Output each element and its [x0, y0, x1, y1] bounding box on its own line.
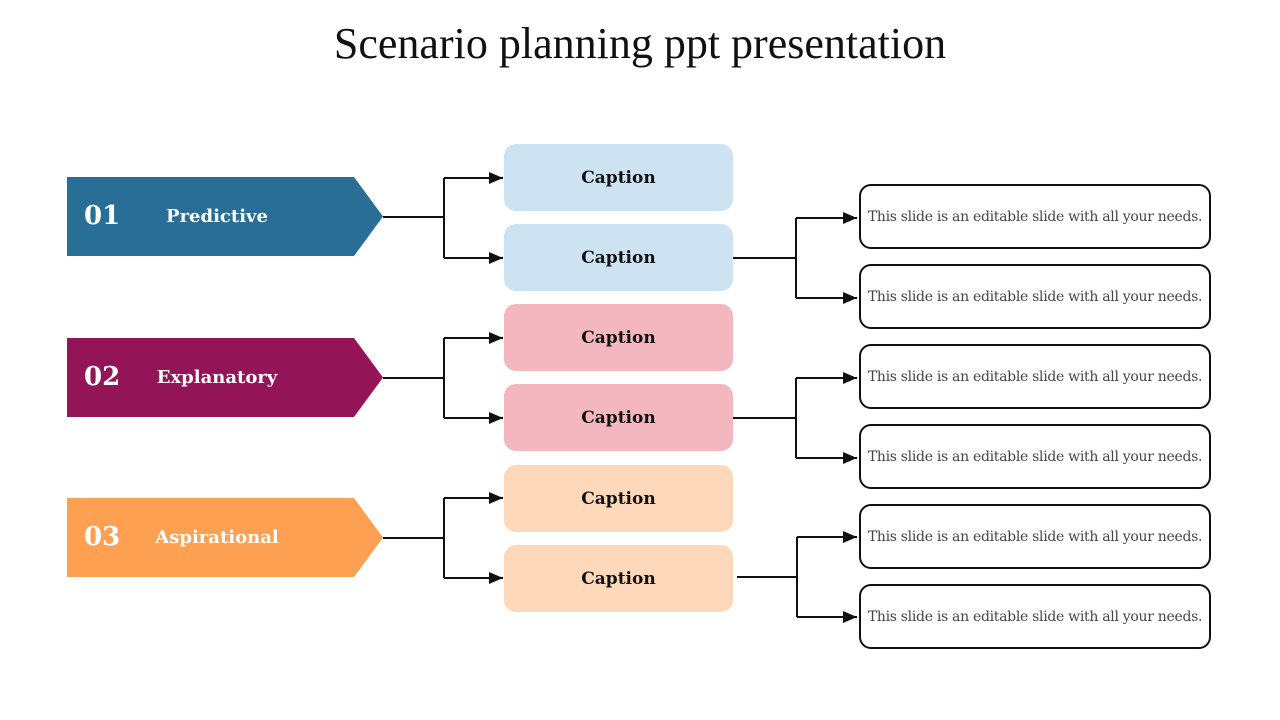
caption-box: Caption: [504, 465, 733, 532]
caption-box: Caption: [504, 224, 733, 291]
description-box: This slide is an editable slide with all…: [859, 264, 1211, 329]
connector-2: [383, 338, 445, 418]
scenario-arrow-predictive: 01 Predictive: [67, 177, 383, 256]
description-box: This slide is an editable slide with all…: [859, 344, 1211, 409]
connector-3: [383, 498, 445, 578]
scenario-label: Predictive: [166, 206, 268, 227]
scenario-arrow-aspirational: 03 Aspirational: [67, 498, 383, 577]
caption-box: Caption: [504, 545, 733, 612]
description-box: This slide is an editable slide with all…: [859, 584, 1211, 649]
scenario-number: 03: [84, 522, 121, 552]
description-box: This slide is an editable slide with all…: [859, 184, 1211, 249]
description-box: This slide is an editable slide with all…: [859, 504, 1211, 569]
caption-box: Caption: [504, 304, 733, 371]
scenario-number: 02: [84, 362, 121, 392]
scenario-arrow-explanatory: 02 Explanatory: [67, 338, 383, 417]
scenario-label: Explanatory: [156, 367, 278, 388]
caption-box: Caption: [504, 144, 733, 211]
description-box: This slide is an editable slide with all…: [859, 424, 1211, 489]
scenario-number: 01: [84, 201, 121, 231]
connector-1: [383, 177, 502, 259]
caption-box: Caption: [504, 384, 733, 451]
scenario-label: Aspirational: [155, 527, 279, 548]
